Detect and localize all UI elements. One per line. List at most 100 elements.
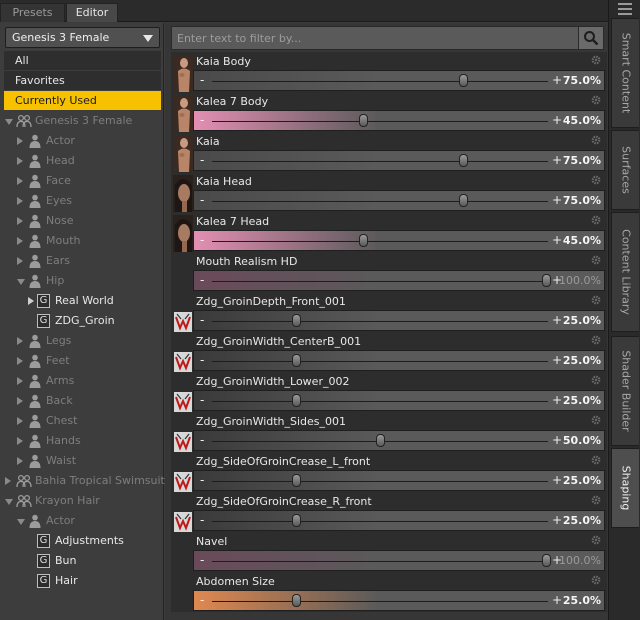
decrement-button[interactable]: - [200,592,204,608]
tree-item[interactable]: Mouth [0,231,164,251]
tree-item[interactable]: G Hair [0,571,164,591]
decrement-button[interactable]: - [200,432,204,448]
collapsed-arrow-icon[interactable] [17,417,23,425]
property-value[interactable]: 25.0% [555,593,601,609]
slider-knob[interactable] [359,234,368,247]
slider-knob[interactable] [376,434,385,447]
decrement-button[interactable]: - [200,312,204,328]
slider-knob[interactable] [459,194,468,207]
decrement-button[interactable]: - [200,552,204,568]
category-item[interactable]: All [4,51,161,71]
side-tab[interactable]: Smart Content [611,18,639,128]
expanded-arrow-icon[interactable] [17,519,25,525]
gear-icon[interactable] [591,95,601,105]
collapsed-arrow-icon[interactable] [17,177,23,185]
collapsed-arrow-icon[interactable] [17,437,23,445]
collapsed-arrow-icon[interactable] [17,237,23,245]
category-item[interactable]: Currently Used [4,91,161,111]
property-slider[interactable]: - +75.0% [193,70,605,91]
property-value[interactable]: 25.0% [555,353,601,369]
slider-knob[interactable] [542,554,551,567]
slider-knob[interactable] [292,394,301,407]
collapsed-arrow-icon[interactable] [17,377,23,385]
gear-icon[interactable] [591,135,601,145]
property-slider[interactable]: - +25.0% [193,510,605,531]
collapsed-arrow-icon[interactable] [17,137,23,145]
property-value[interactable]: 75.0% [555,153,601,169]
slider-knob[interactable] [459,154,468,167]
gear-icon[interactable] [591,295,601,305]
gear-icon[interactable] [591,175,601,185]
decrement-button[interactable]: - [200,72,204,88]
tree-item[interactable]: Genesis 3 Female [0,111,164,131]
slider-knob[interactable] [292,354,301,367]
property-value[interactable]: 45.0% [555,113,601,129]
tree-item[interactable]: Feet [0,351,164,371]
gear-icon[interactable] [591,535,601,545]
property-value[interactable]: 100.0% [555,553,601,569]
filter-input[interactable] [172,27,578,49]
collapsed-arrow-icon[interactable] [17,337,23,345]
slider-knob[interactable] [292,594,301,607]
slider-knob[interactable] [292,314,301,327]
gear-icon[interactable] [591,495,601,505]
slider-knob[interactable] [292,474,301,487]
decrement-button[interactable]: - [200,352,204,368]
tree-item[interactable]: Legs [0,331,164,351]
tab-editor[interactable]: Editor [66,3,118,22]
slider-knob[interactable] [292,514,301,527]
collapsed-arrow-icon[interactable] [17,357,23,365]
gear-icon[interactable] [591,335,601,345]
filter-search-button[interactable] [578,27,603,49]
collapsed-arrow-icon[interactable] [17,217,23,225]
side-tab[interactable]: Shader Builder [611,336,639,446]
property-value[interactable]: 45.0% [555,233,601,249]
property-value[interactable]: 25.0% [555,393,601,409]
tree-item[interactable]: Actor [0,131,164,151]
gear-icon[interactable] [591,455,601,465]
tree-item[interactable]: Chest [0,411,164,431]
collapsed-arrow-icon[interactable] [17,457,23,465]
property-slider[interactable]: - +45.0% [193,230,605,251]
tree-item[interactable]: Hip [0,271,164,291]
gear-icon[interactable] [591,575,601,585]
side-tab[interactable]: Surfaces [611,130,639,210]
tree-item[interactable]: G Adjustments [0,531,164,551]
gear-icon[interactable] [591,255,601,265]
expanded-arrow-icon[interactable] [17,279,25,285]
tree-item[interactable]: Head [0,151,164,171]
property-slider[interactable]: - +25.0% [193,590,605,611]
property-slider[interactable]: - +50.0% [193,430,605,451]
tree-item[interactable]: G Real World [0,291,164,311]
collapsed-arrow-icon[interactable] [17,157,23,165]
expanded-arrow-icon[interactable] [5,499,13,505]
tree-item[interactable]: Bahia Tropical Swimsuit [0,471,165,491]
tree-item[interactable]: Nose [0,211,164,231]
figure-selector[interactable]: Genesis 3 Female [5,27,160,48]
property-slider[interactable]: - +100.0% [193,270,605,291]
property-value[interactable]: 25.0% [555,473,601,489]
property-value[interactable]: 100.0% [555,273,601,289]
category-item[interactable]: Favorites [4,71,161,91]
decrement-button[interactable]: - [200,192,204,208]
property-slider[interactable]: - +25.0% [193,310,605,331]
gear-icon[interactable] [591,375,601,385]
slider-knob[interactable] [542,274,551,287]
gear-icon[interactable] [591,55,601,65]
property-slider[interactable]: - +45.0% [193,110,605,131]
collapsed-arrow-icon[interactable] [17,257,23,265]
tree-item[interactable]: Arms [0,371,164,391]
tree-item[interactable]: Ears [0,251,164,271]
collapsed-arrow-icon[interactable] [5,477,11,485]
decrement-button[interactable]: - [200,152,204,168]
side-tab[interactable]: Content Library [611,212,639,332]
tree-item[interactable]: Face [0,171,164,191]
property-value[interactable]: 25.0% [555,313,601,329]
tree-item[interactable]: G ZDG_Groin [0,311,164,331]
slider-knob[interactable] [359,114,368,127]
side-tab[interactable]: Shaping [611,448,639,528]
tree-item[interactable]: Back [0,391,164,411]
property-slider[interactable]: - +75.0% [193,150,605,171]
property-value[interactable]: 25.0% [555,513,601,529]
gear-icon[interactable] [591,215,601,225]
